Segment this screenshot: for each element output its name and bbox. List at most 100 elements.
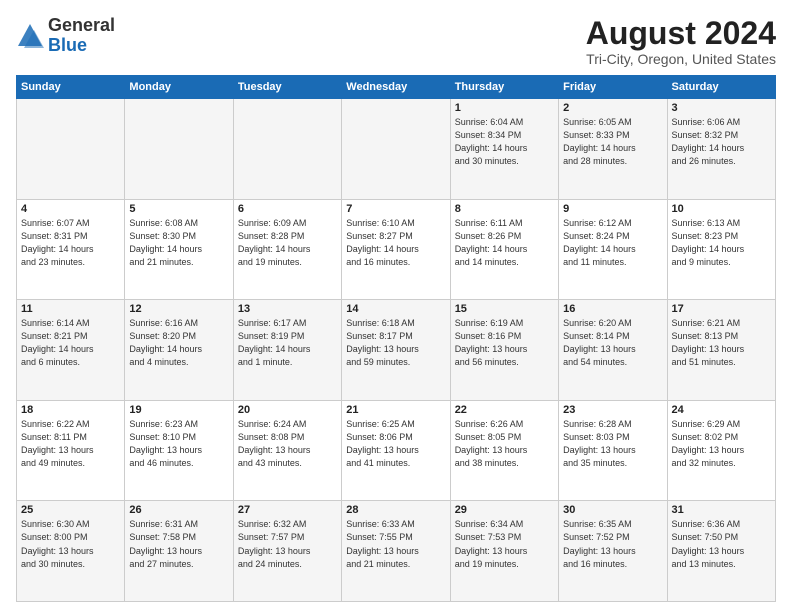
calendar-cell: 30 Sunrise: 6:35 AM Sunset: 7:52 PM Dayli…	[559, 501, 667, 602]
cell-date-number: 29	[455, 504, 554, 516]
cell-info-text: Sunrise: 6:09 AM Sunset: 8:28 PM Dayligh…	[238, 217, 337, 269]
calendar-cell: 29 Sunrise: 6:34 AM Sunset: 7:53 PM Dayli…	[450, 501, 558, 602]
day-header-friday: Friday	[559, 76, 667, 99]
calendar-cell: 21 Sunrise: 6:25 AM Sunset: 8:06 PM Dayli…	[342, 400, 450, 501]
cell-info-text: Sunrise: 6:29 AM Sunset: 8:02 PM Dayligh…	[672, 418, 771, 470]
cell-info-text: Sunrise: 6:26 AM Sunset: 8:05 PM Dayligh…	[455, 418, 554, 470]
cell-date-number: 27	[238, 504, 337, 516]
cell-date-number: 21	[346, 404, 445, 416]
cell-info-text: Sunrise: 6:35 AM Sunset: 7:52 PM Dayligh…	[563, 518, 662, 570]
cell-info-text: Sunrise: 6:13 AM Sunset: 8:23 PM Dayligh…	[672, 217, 771, 269]
calendar-cell: 31Sunrise: 6:36 AM Sunset: 7:50 PM Dayli…	[667, 501, 775, 602]
cell-date-number: 1	[455, 102, 554, 114]
calendar-week-4: 18 Sunrise: 6:22 AM Sunset: 8:11 PM Dayli…	[17, 400, 776, 501]
cell-date-number: 19	[129, 404, 228, 416]
calendar-header-row: SundayMondayTuesdayWednesdayThursdayFrid…	[17, 76, 776, 99]
cell-info-text: Sunrise: 6:05 AM Sunset: 8:33 PM Dayligh…	[563, 116, 662, 168]
cell-info-text: Sunrise: 6:07 AM Sunset: 8:31 PM Dayligh…	[21, 217, 120, 269]
cell-date-number: 25	[21, 504, 120, 516]
calendar-cell: 3 Sunrise: 6:06 AM Sunset: 8:32 PM Daylig…	[667, 99, 775, 200]
cell-info-text: Sunrise: 6:20 AM Sunset: 8:14 PM Dayligh…	[563, 317, 662, 369]
calendar-cell: 20 Sunrise: 6:24 AM Sunset: 8:08 PM Dayli…	[233, 400, 341, 501]
cell-info-text: Sunrise: 6:11 AM Sunset: 8:26 PM Dayligh…	[455, 217, 554, 269]
cell-date-number: 3	[672, 102, 771, 114]
cell-date-number: 6	[238, 203, 337, 215]
logo-general: General	[48, 16, 115, 36]
cell-info-text: Sunrise: 6:16 AM Sunset: 8:20 PM Dayligh…	[129, 317, 228, 369]
cell-date-number: 20	[238, 404, 337, 416]
calendar-cell: 6 Sunrise: 6:09 AM Sunset: 8:28 PM Daylig…	[233, 199, 341, 300]
cell-date-number: 13	[238, 303, 337, 315]
cell-info-text: Sunrise: 6:12 AM Sunset: 8:24 PM Dayligh…	[563, 217, 662, 269]
logo: General Blue	[16, 16, 115, 56]
cell-date-number: 4	[21, 203, 120, 215]
cell-date-number: 22	[455, 404, 554, 416]
calendar-cell: 24 Sunrise: 6:29 AM Sunset: 8:02 PM Dayli…	[667, 400, 775, 501]
cell-info-text: Sunrise: 6:21 AM Sunset: 8:13 PM Dayligh…	[672, 317, 771, 369]
cell-info-text: Sunrise: 6:14 AM Sunset: 8:21 PM Dayligh…	[21, 317, 120, 369]
cell-date-number: 15	[455, 303, 554, 315]
cell-date-number: 16	[563, 303, 662, 315]
calendar-cell: 18 Sunrise: 6:22 AM Sunset: 8:11 PM Dayli…	[17, 400, 125, 501]
cell-date-number: 8	[455, 203, 554, 215]
calendar-cell: 25 Sunrise: 6:30 AM Sunset: 8:00 PM Dayli…	[17, 501, 125, 602]
calendar-cell: 14Sunrise: 6:18 AM Sunset: 8:17 PM Dayli…	[342, 300, 450, 401]
day-header-saturday: Saturday	[667, 76, 775, 99]
cell-date-number: 26	[129, 504, 228, 516]
cell-info-text: Sunrise: 6:18 AM Sunset: 8:17 PM Dayligh…	[346, 317, 445, 369]
calendar-cell: 17 Sunrise: 6:21 AM Sunset: 8:13 PM Dayli…	[667, 300, 775, 401]
calendar-cell: 7Sunrise: 6:10 AM Sunset: 8:27 PM Daylig…	[342, 199, 450, 300]
cell-date-number: 23	[563, 404, 662, 416]
calendar-cell: 8 Sunrise: 6:11 AM Sunset: 8:26 PM Daylig…	[450, 199, 558, 300]
cell-info-text: Sunrise: 6:28 AM Sunset: 8:03 PM Dayligh…	[563, 418, 662, 470]
cell-info-text: Sunrise: 6:08 AM Sunset: 8:30 PM Dayligh…	[129, 217, 228, 269]
cell-date-number: 24	[672, 404, 771, 416]
header: General Blue August 2024 Tri-City, Orego…	[16, 16, 776, 67]
day-header-sunday: Sunday	[17, 76, 125, 99]
calendar-cell: 15 Sunrise: 6:19 AM Sunset: 8:16 PM Dayli…	[450, 300, 558, 401]
cell-info-text: Sunrise: 6:34 AM Sunset: 7:53 PM Dayligh…	[455, 518, 554, 570]
day-header-thursday: Thursday	[450, 76, 558, 99]
cell-info-text: Sunrise: 6:31 AM Sunset: 7:58 PM Dayligh…	[129, 518, 228, 570]
cell-info-text: Sunrise: 6:04 AM Sunset: 8:34 PM Dayligh…	[455, 116, 554, 168]
page: General Blue August 2024 Tri-City, Orego…	[0, 0, 792, 612]
cell-info-text: Sunrise: 6:33 AM Sunset: 7:55 PM Dayligh…	[346, 518, 445, 570]
cell-info-text: Sunrise: 6:19 AM Sunset: 8:16 PM Dayligh…	[455, 317, 554, 369]
day-header-wednesday: Wednesday	[342, 76, 450, 99]
cell-date-number: 10	[672, 203, 771, 215]
calendar-week-1: 1 Sunrise: 6:04 AM Sunset: 8:34 PM Daylig…	[17, 99, 776, 200]
day-header-tuesday: Tuesday	[233, 76, 341, 99]
cell-date-number: 11	[21, 303, 120, 315]
calendar-cell: 23 Sunrise: 6:28 AM Sunset: 8:03 PM Dayli…	[559, 400, 667, 501]
logo-icon	[16, 22, 44, 50]
logo-blue: Blue	[48, 36, 115, 56]
calendar-table: SundayMondayTuesdayWednesdayThursdayFrid…	[16, 75, 776, 602]
calendar-cell: 5Sunrise: 6:08 AM Sunset: 8:30 PM Daylig…	[125, 199, 233, 300]
cell-date-number: 9	[563, 203, 662, 215]
calendar-cell: 1 Sunrise: 6:04 AM Sunset: 8:34 PM Daylig…	[450, 99, 558, 200]
calendar-cell: 28 Sunrise: 6:33 AM Sunset: 7:55 PM Dayli…	[342, 501, 450, 602]
cell-date-number: 17	[672, 303, 771, 315]
calendar-week-3: 11 Sunrise: 6:14 AM Sunset: 8:21 PM Dayli…	[17, 300, 776, 401]
cell-info-text: Sunrise: 6:10 AM Sunset: 8:27 PM Dayligh…	[346, 217, 445, 269]
logo-text: General Blue	[48, 16, 115, 56]
cell-info-text: Sunrise: 6:25 AM Sunset: 8:06 PM Dayligh…	[346, 418, 445, 470]
cell-date-number: 31	[672, 504, 771, 516]
cell-date-number: 18	[21, 404, 120, 416]
cell-info-text: Sunrise: 6:24 AM Sunset: 8:08 PM Dayligh…	[238, 418, 337, 470]
cell-date-number: 30	[563, 504, 662, 516]
calendar-cell	[17, 99, 125, 200]
cell-info-text: Sunrise: 6:30 AM Sunset: 8:00 PM Dayligh…	[21, 518, 120, 570]
calendar-cell	[125, 99, 233, 200]
calendar-cell: 19Sunrise: 6:23 AM Sunset: 8:10 PM Dayli…	[125, 400, 233, 501]
calendar-cell: 4 Sunrise: 6:07 AM Sunset: 8:31 PM Daylig…	[17, 199, 125, 300]
cell-date-number: 12	[129, 303, 228, 315]
calendar-cell: 12 Sunrise: 6:16 AM Sunset: 8:20 PM Dayli…	[125, 300, 233, 401]
cell-info-text: Sunrise: 6:22 AM Sunset: 8:11 PM Dayligh…	[21, 418, 120, 470]
calendar-cell: 27Sunrise: 6:32 AM Sunset: 7:57 PM Dayli…	[233, 501, 341, 602]
title-block: August 2024 Tri-City, Oregon, United Sta…	[586, 16, 776, 67]
cell-info-text: Sunrise: 6:06 AM Sunset: 8:32 PM Dayligh…	[672, 116, 771, 168]
cell-date-number: 2	[563, 102, 662, 114]
cell-date-number: 28	[346, 504, 445, 516]
calendar-cell: 2 Sunrise: 6:05 AM Sunset: 8:33 PM Daylig…	[559, 99, 667, 200]
